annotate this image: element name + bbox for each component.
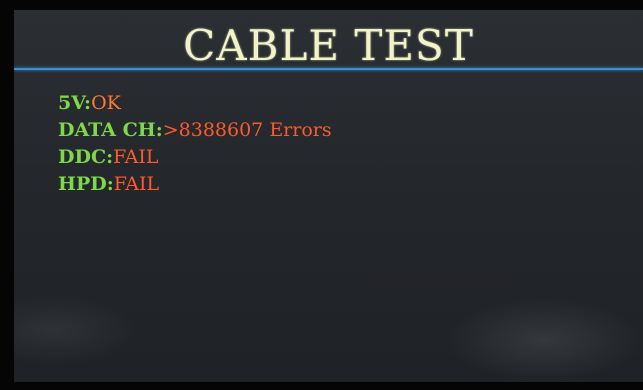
result-label: DDC:: [58, 146, 114, 168]
result-label: HPD:: [58, 173, 114, 195]
screen-title: CABLE TEST: [183, 21, 474, 70]
result-5v: 5V:OK: [58, 90, 332, 117]
result-label: DATA CH:: [58, 119, 163, 141]
result-value: >8388607 Errors: [162, 119, 332, 141]
result-label: 5V:: [58, 92, 92, 114]
test-results: 5V:OK DATA CH:>8388607 Errors DDC:FAIL H…: [58, 90, 332, 198]
device-bezel: CABLE TEST 5V:OK DATA CH:>8388607 Errors…: [0, 0, 643, 390]
result-hpd: HPD:FAIL: [58, 171, 332, 198]
result-ddc: DDC:FAIL: [58, 144, 332, 171]
display-screen: CABLE TEST 5V:OK DATA CH:>8388607 Errors…: [14, 10, 643, 382]
result-value: OK: [91, 92, 121, 114]
result-value: FAIL: [113, 173, 160, 195]
result-value: FAIL: [113, 146, 159, 168]
result-data-ch: DATA CH:>8388607 Errors: [58, 117, 332, 144]
title-divider: [14, 68, 643, 70]
